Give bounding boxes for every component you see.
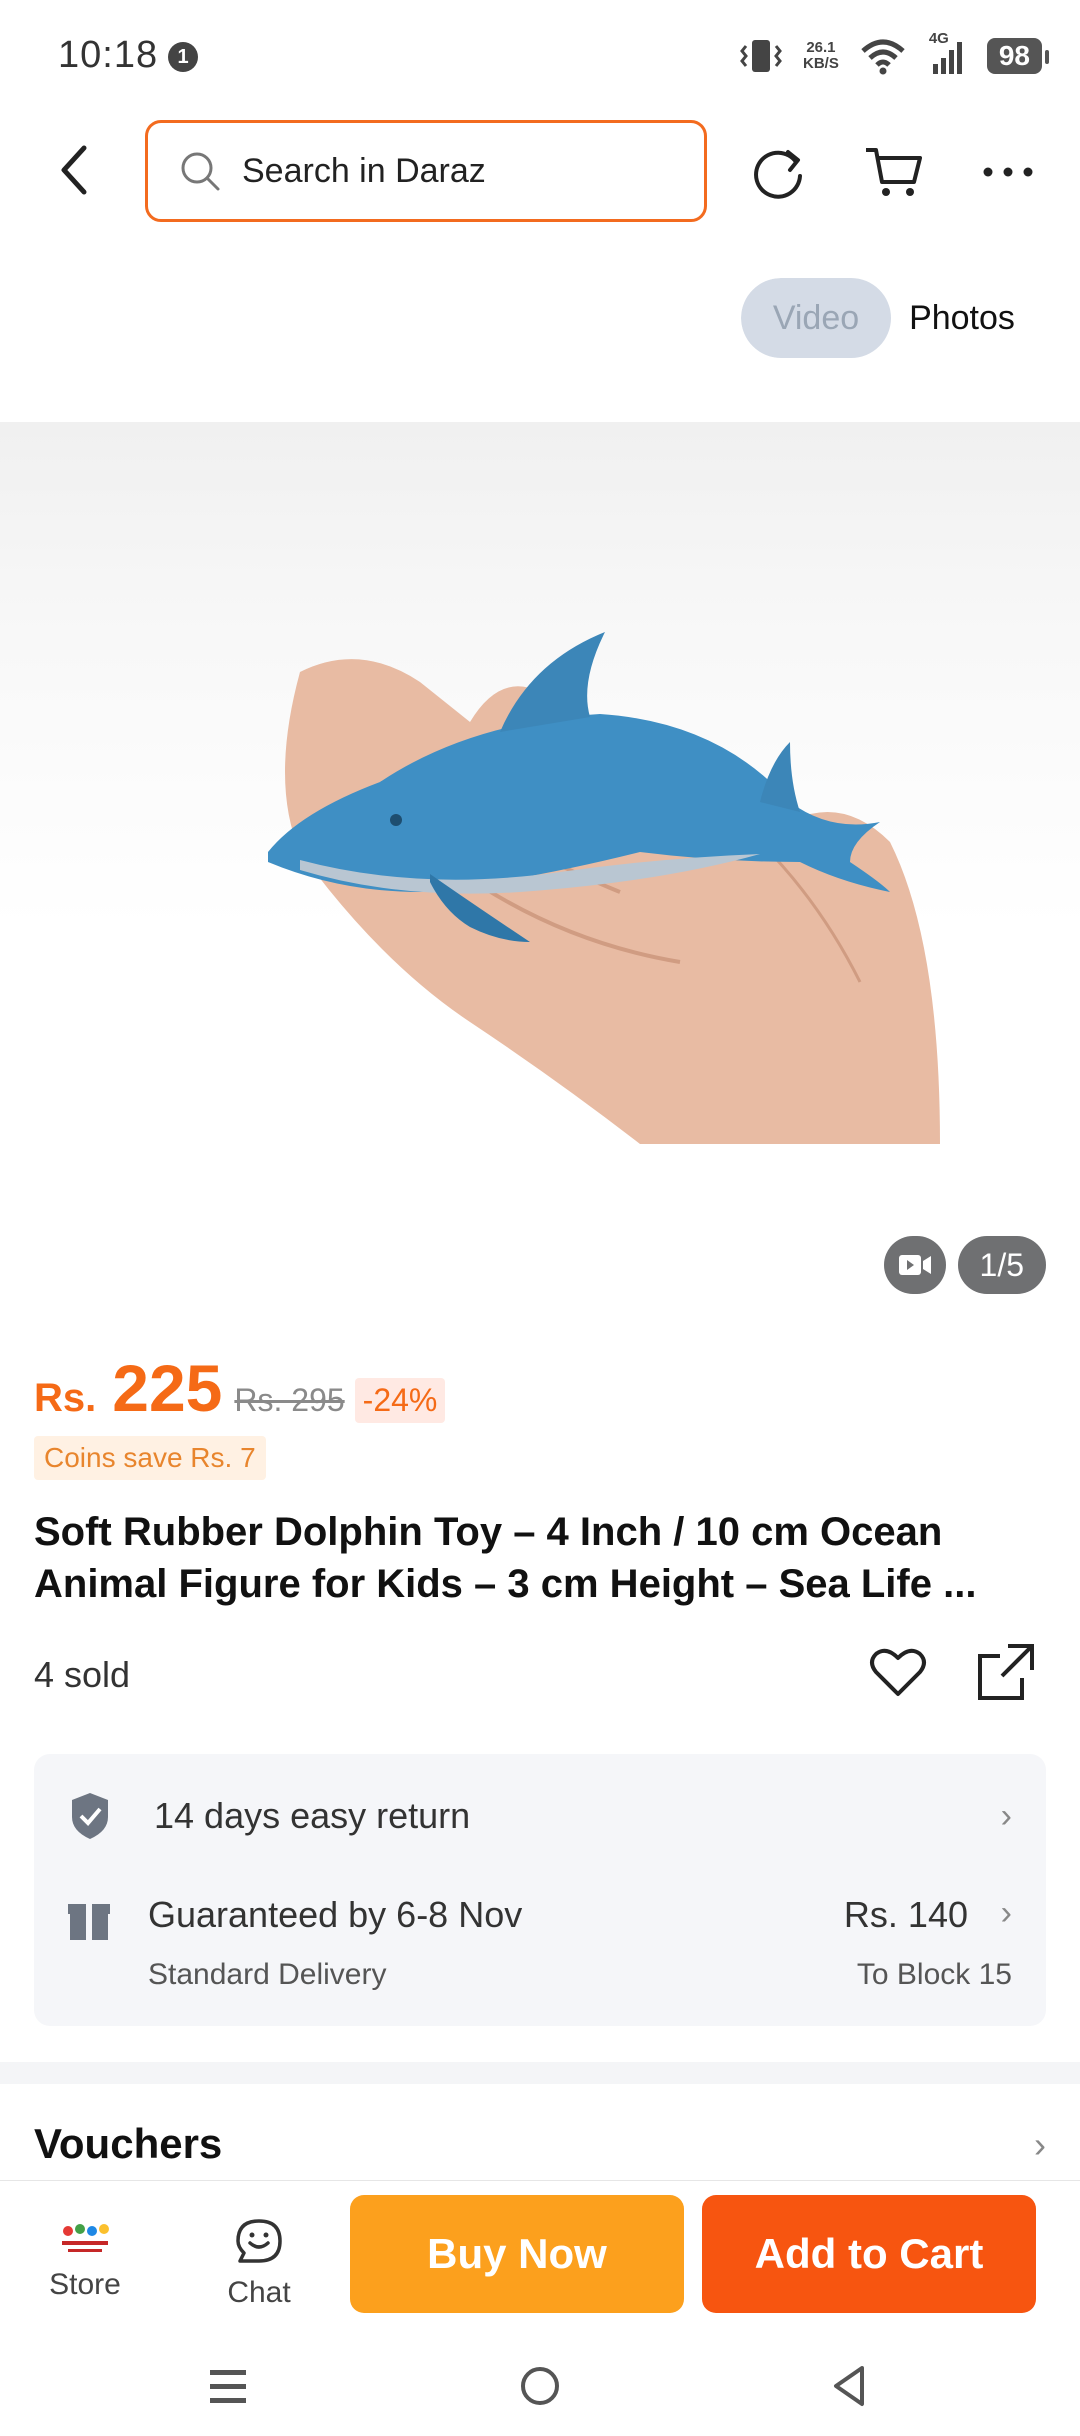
system-navigation-bar bbox=[0, 2330, 1080, 2436]
delivery-card: 14 days easy return › Guaranteed by 6-8 … bbox=[34, 1754, 1046, 2026]
product-image[interactable] bbox=[0, 422, 1080, 1144]
chevron-right-icon[interactable]: › bbox=[1034, 2124, 1046, 2166]
status-icons: 26.1 KB/S 4G 98 bbox=[739, 30, 1050, 78]
delivery-destination: To Block 15 bbox=[856, 1958, 1012, 1991]
buy-now-button[interactable]: Buy Now bbox=[350, 2195, 684, 2313]
product-title: Soft Rubber Dolphin Toy – 4 Inch / 10 cm… bbox=[34, 1510, 977, 1606]
tab-video[interactable]: Video bbox=[741, 278, 891, 358]
more-options-icon[interactable] bbox=[976, 140, 1040, 204]
vouchers-heading[interactable]: Vouchers bbox=[34, 2120, 222, 2168]
share-icon[interactable] bbox=[974, 1640, 1038, 1704]
chat-button[interactable]: Chat bbox=[214, 2217, 304, 2310]
heart-icon[interactable] bbox=[866, 1640, 930, 1704]
system-back-icon[interactable] bbox=[820, 2356, 880, 2416]
top-navigation: Search in Daraz bbox=[0, 118, 1080, 226]
delivery-type: Standard Delivery bbox=[148, 1958, 387, 1991]
dolphin-toy-image bbox=[268, 632, 940, 1144]
discount-badge: -24% bbox=[354, 1378, 446, 1423]
tab-photos[interactable]: Photos bbox=[891, 278, 1033, 358]
sold-count: 4 sold bbox=[34, 1654, 131, 1695]
wifi-icon bbox=[861, 39, 905, 75]
chat-label: Chat bbox=[227, 2276, 291, 2309]
network-speed-unit: KB/S bbox=[803, 55, 839, 72]
battery-indicator: 98 bbox=[986, 38, 1050, 74]
delivery-row[interactable]: Guaranteed by 6-8 Nov Standard Delivery … bbox=[68, 1894, 1012, 2004]
store-logo-icon bbox=[62, 2224, 109, 2252]
chevron-right-icon: › bbox=[1000, 1796, 1012, 1835]
return-policy-text: 14 days easy return bbox=[154, 1795, 471, 1836]
notification-count-badge: 1 bbox=[168, 42, 198, 72]
delivery-fee: Rs. 140 bbox=[843, 1894, 968, 1935]
back-arrow-icon[interactable] bbox=[50, 140, 100, 200]
shield-check-icon bbox=[72, 1793, 108, 1839]
media-badges: 1/5 bbox=[883, 1236, 1046, 1294]
clock: 10:18 bbox=[58, 34, 159, 76]
image-counter: 1/5 bbox=[957, 1236, 1046, 1294]
cart-icon[interactable] bbox=[862, 140, 926, 204]
store-label: Store bbox=[49, 2268, 121, 2301]
price-row: Rs. 225 Rs. 295 -24% bbox=[34, 1350, 446, 1426]
recent-apps-icon[interactable] bbox=[198, 2356, 258, 2416]
home-icon[interactable] bbox=[510, 2356, 570, 2416]
cellular-signal: 4G bbox=[927, 30, 967, 76]
search-icon bbox=[181, 152, 220, 191]
search-input[interactable]: Search in Daraz bbox=[145, 120, 707, 222]
section-divider bbox=[0, 2062, 1080, 2084]
chat-icon bbox=[236, 2219, 282, 2263]
search-placeholder: Search in Daraz bbox=[242, 151, 486, 190]
price-currency: Rs. bbox=[34, 1376, 97, 1420]
delivery-guarantee: Guaranteed by 6-8 Nov bbox=[148, 1894, 523, 1935]
network-speed-value: 26.1 bbox=[806, 39, 836, 56]
media-toggle: Video Photos bbox=[741, 278, 1033, 358]
signal-icon bbox=[932, 42, 962, 74]
share-arrow-icon[interactable] bbox=[748, 140, 812, 204]
add-to-cart-button[interactable]: Add to Cart bbox=[702, 2195, 1036, 2313]
return-policy-row[interactable]: 14 days easy return › bbox=[68, 1786, 1012, 1846]
vibrate-icon bbox=[740, 40, 782, 72]
chevron-right-icon: › bbox=[1000, 1894, 1012, 1932]
network-speed: 26.1 KB/S bbox=[803, 40, 839, 72]
store-button[interactable]: Store bbox=[40, 2221, 130, 2302]
status-bar: 10:18 1 26.1 KB/S 4G 98 bbox=[0, 0, 1080, 110]
coins-badge: Coins save Rs. 7 bbox=[34, 1436, 266, 1480]
original-price: Rs. 295 bbox=[234, 1382, 345, 1418]
package-icon bbox=[68, 1904, 110, 1940]
video-icon[interactable] bbox=[883, 1236, 946, 1294]
price-amount: 225 bbox=[112, 1351, 223, 1425]
bottom-action-bar: Store Chat Buy Now Add to Cart bbox=[0, 2180, 1080, 2330]
